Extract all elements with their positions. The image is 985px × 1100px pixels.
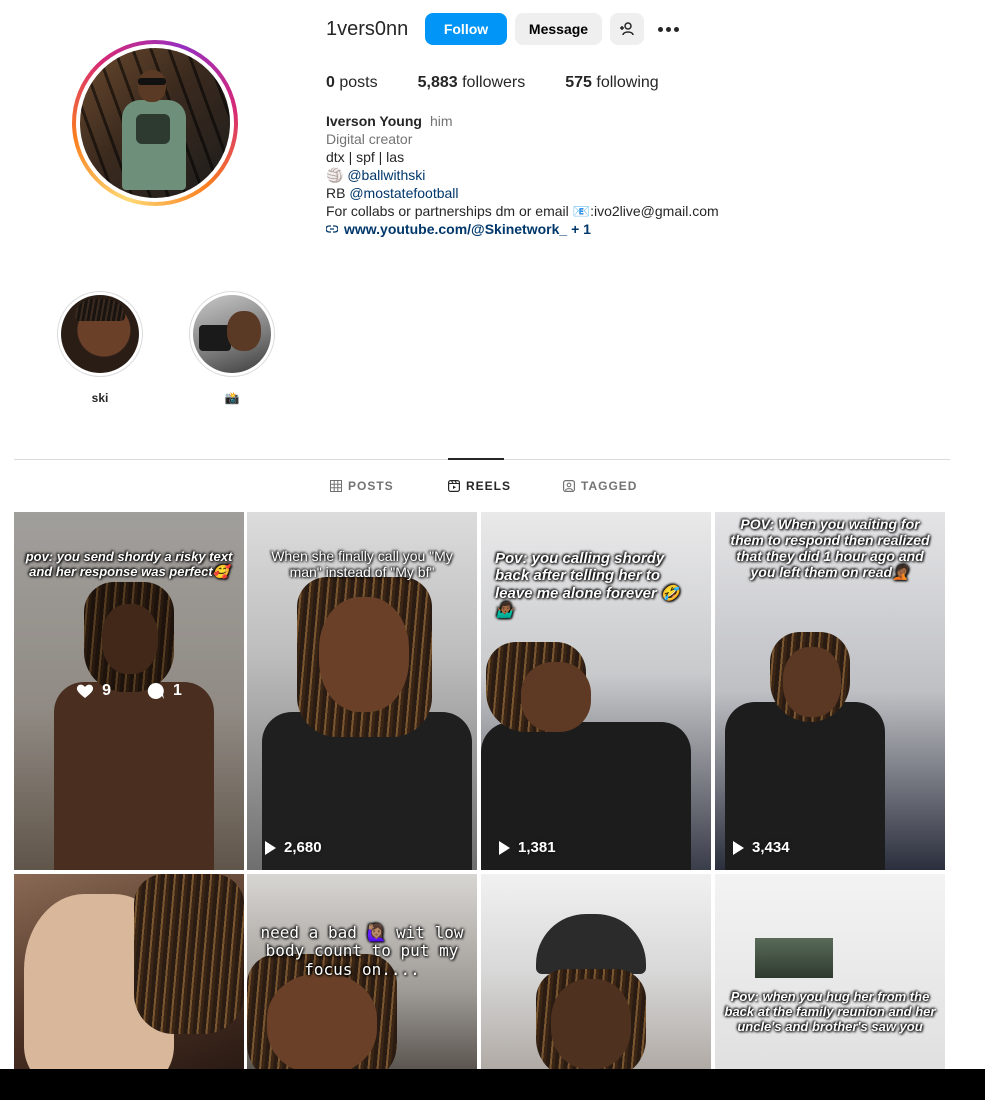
reel-figure-face <box>783 647 841 717</box>
reel-caption: POV: When you waiting for them to respon… <box>730 516 930 581</box>
profile-stats: 0 posts 5,883 followers 575 following <box>326 74 659 92</box>
heart-icon <box>77 684 94 698</box>
following-label: following <box>596 74 659 91</box>
highlight-ski[interactable]: ski <box>57 291 143 405</box>
reel-caption: When she finally call you "My man" inste… <box>271 548 453 581</box>
mention-mostatefootball[interactable]: @mostatefootball <box>349 185 458 201</box>
reel-caption: Pov: when you hug her from the back at t… <box>724 989 936 1034</box>
reel-likes: 9 <box>76 682 111 700</box>
play-icon <box>499 840 510 855</box>
tagged-icon <box>563 480 575 492</box>
tab-posts[interactable]: POSTS <box>330 479 394 493</box>
tab-tagged[interactable]: TAGGED <box>563 479 637 493</box>
posts-count: 0 <box>326 74 335 91</box>
tab-label: TAGGED <box>581 479 638 493</box>
volleyball-emoji: 🏐 <box>326 167 344 183</box>
reel-figure-hair <box>134 874 244 1034</box>
bottom-black-bar <box>0 1069 985 1100</box>
followers-stat[interactable]: 5,883 followers <box>418 74 526 92</box>
reel-figure-face <box>319 597 409 712</box>
reel-caption: Pov: you calling shordy back after telli… <box>495 550 680 619</box>
avatar-sunglasses <box>138 78 166 85</box>
wall-poster <box>755 938 833 978</box>
avatar-gap <box>76 44 234 202</box>
highlight-cover-image <box>193 295 271 373</box>
avatar-figure-head <box>138 70 166 102</box>
highlight-ring <box>189 291 275 377</box>
bio-line-2: 🏐 @ballwithski <box>326 166 719 184</box>
reel-figure-face <box>521 662 591 732</box>
highlight-cover-image <box>61 295 139 373</box>
reel-caption: pov: you send shordy a risky text and he… <box>25 549 233 579</box>
likes-count: 9 <box>102 682 111 699</box>
posts-stat: 0 posts <box>326 74 378 92</box>
highlight-label: 📸 <box>224 391 240 405</box>
mention-ballwithski[interactable]: @ballwithski <box>347 167 425 183</box>
reel-tile[interactable]: Pov: when you hug her from the back at t… <box>715 874 945 1069</box>
bio-line-3: RB @mostatefootball <box>326 184 719 202</box>
tab-label: POSTS <box>348 479 394 493</box>
profile-bio: Iverson Young him Digital creator dtx | s… <box>326 112 719 238</box>
play-icon <box>265 840 276 855</box>
profile-username: 1vers0nn <box>326 18 409 40</box>
follow-button[interactable]: Follow <box>425 13 507 45</box>
reel-play-count: 2,680 <box>265 839 322 856</box>
bio-line-4: For collabs or partnerships dm or email … <box>326 203 719 219</box>
avatar-shirt-print <box>136 114 170 144</box>
play-icon <box>733 840 744 855</box>
bio-name-row: Iverson Young him <box>326 112 719 130</box>
reel-comments: 1 <box>147 682 182 700</box>
reel-figure-face <box>267 974 377 1069</box>
add-user-icon <box>620 22 634 36</box>
bio-line-1: dtx | spf | las <box>326 149 405 165</box>
highlight-camera[interactable]: 📸 <box>189 291 275 405</box>
tab-label: REELS <box>466 479 512 493</box>
followers-count: 5,883 <box>417 74 458 91</box>
profile-link-extra[interactable]: + 1 <box>571 221 591 237</box>
position-label: RB <box>326 185 346 201</box>
reels-icon <box>448 480 460 492</box>
grid-icon <box>330 480 342 492</box>
link-icon <box>326 225 338 233</box>
reel-caption: need a bad 🙋🏽‍♀️ wit low body count to p… <box>260 923 464 979</box>
reel-tile[interactable] <box>481 874 711 1069</box>
profile-avatar[interactable] <box>80 48 230 198</box>
comment-icon <box>147 682 164 699</box>
reel-play-count: 3,434 <box>733 839 790 856</box>
play-count: 1,381 <box>518 839 556 856</box>
pronoun: him <box>429 113 453 129</box>
reel-tile[interactable]: pov: you send shordy a risky text and he… <box>14 512 244 870</box>
reel-hover-stats: 9 1 <box>14 682 244 700</box>
play-count: 3,434 <box>752 839 790 856</box>
reel-figure-face <box>551 979 631 1069</box>
reel-tile[interactable]: When she finally call you "My man" inste… <box>247 512 477 870</box>
following-count: 575 <box>565 74 592 91</box>
reel-play-count: 1,381 <box>499 839 556 856</box>
highlight-ring <box>57 291 143 377</box>
full-name: Iverson Young <box>326 113 422 129</box>
tab-reels[interactable]: REELS <box>448 479 511 493</box>
reel-tile[interactable]: need a bad 🙋🏽‍♀️ wit low body count to p… <box>247 874 477 1069</box>
play-count: 2,680 <box>284 839 322 856</box>
posts-label: posts <box>339 74 378 91</box>
more-options-icon <box>657 26 679 32</box>
reel-tile[interactable]: Pov: you calling shordy back after telli… <box>481 512 711 870</box>
profile-link[interactable]: www.youtube.com/@Skinetwork_ <box>344 221 567 237</box>
comments-count: 1 <box>173 682 182 699</box>
category: Digital creator <box>326 131 413 147</box>
reel-tile[interactable] <box>14 874 244 1069</box>
bio-link-row[interactable]: www.youtube.com/@Skinetwork_ + 1 <box>326 220 719 238</box>
more-options-button[interactable] <box>652 13 684 45</box>
suggest-user-button[interactable] <box>610 13 644 45</box>
following-stat[interactable]: 575 following <box>565 74 658 92</box>
reel-tile[interactable]: POV: When you waiting for them to respon… <box>715 512 945 870</box>
highlight-label: ski <box>91 391 109 405</box>
profile-avatar-ring[interactable] <box>72 40 238 206</box>
followers-label: followers <box>462 74 526 91</box>
message-button[interactable]: Message <box>515 13 602 45</box>
active-tab-indicator <box>448 458 504 460</box>
